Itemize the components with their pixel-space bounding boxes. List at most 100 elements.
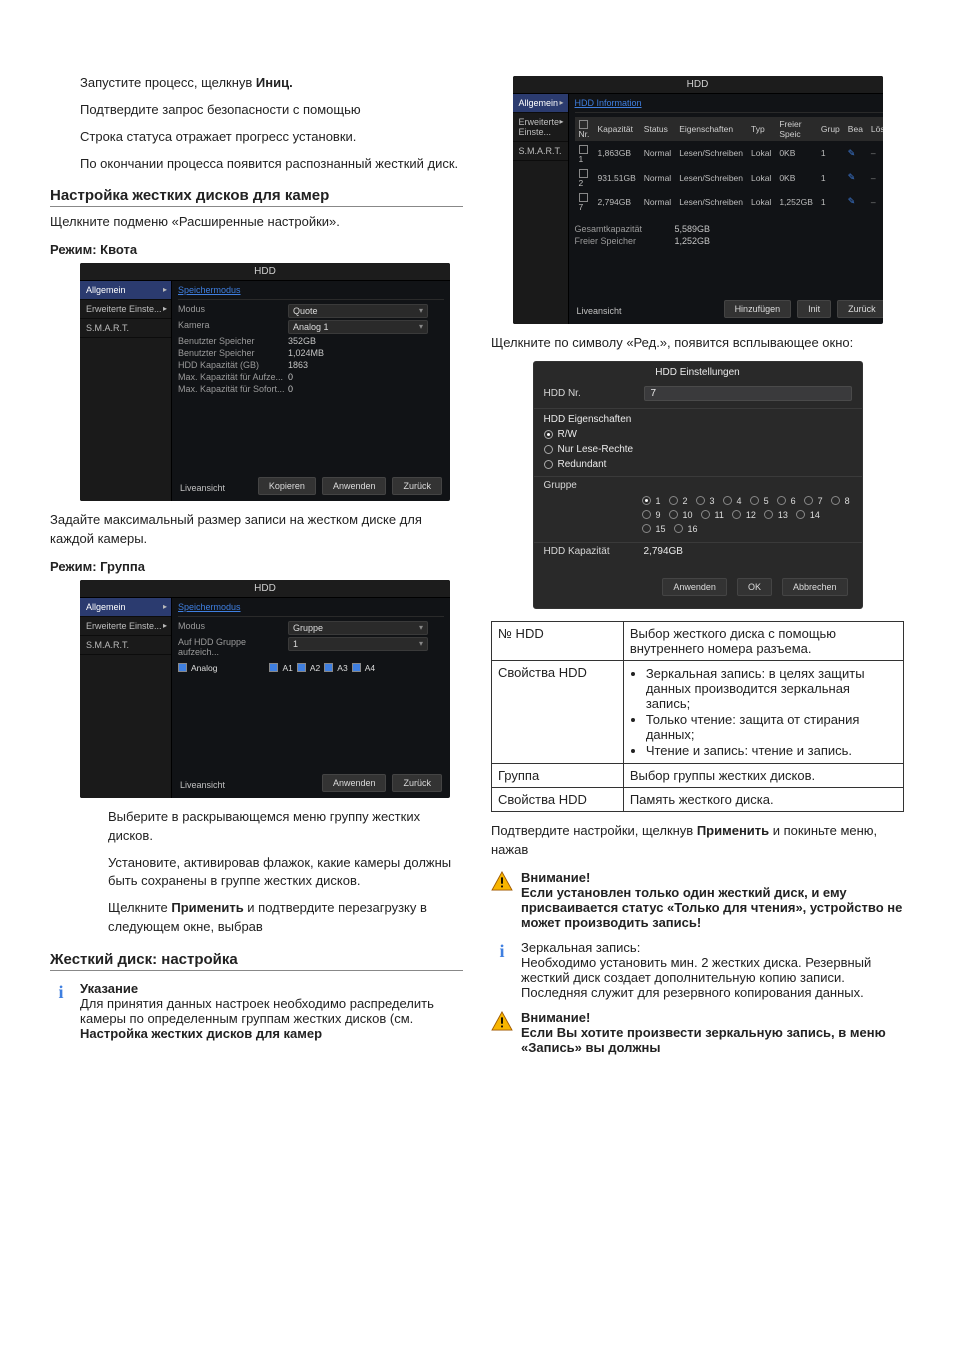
confirm-text: Подтвердите настройки, щелкнув Применить…: [491, 822, 904, 860]
modal-title: HDD Einstellungen: [534, 362, 862, 383]
tab-hdd-information[interactable]: HDD Information: [575, 98, 642, 108]
radio-group[interactable]: [796, 510, 805, 519]
radio-group[interactable]: [701, 510, 710, 519]
sidebar: Allgemein Erweiterte Einste... S.M.A.R.T…: [513, 94, 569, 324]
radio-group[interactable]: [674, 524, 683, 533]
live-view-link[interactable]: Liveansicht: [577, 306, 622, 316]
panel-title: HDD: [80, 580, 450, 598]
checkbox-a4[interactable]: [352, 663, 361, 672]
sidebar-item-allgemein[interactable]: Allgemein: [513, 94, 568, 113]
radio-group[interactable]: [642, 510, 651, 519]
back-button[interactable]: Zurück: [837, 300, 882, 318]
add-button[interactable]: Hinzufügen: [724, 300, 792, 318]
sidebar: Allgemein Erweiterte Einste... S.M.A.R.T…: [80, 598, 172, 798]
cell-val: Память жесткого диска.: [623, 787, 903, 811]
radio-group[interactable]: [777, 496, 786, 505]
dropdown-kamera[interactable]: Analog 1: [288, 320, 428, 334]
modal-apply-button[interactable]: Anwenden: [662, 578, 727, 596]
row-checkbox[interactable]: [579, 169, 588, 178]
modal-ok-button[interactable]: OK: [737, 578, 772, 596]
table-row[interactable]: 7 2,794GB Normal Lesen/Schreiben Lokal 1…: [575, 190, 883, 214]
init-button[interactable]: Init: [797, 300, 831, 318]
checkbox-a3[interactable]: [324, 663, 333, 672]
radio-group[interactable]: [723, 496, 732, 505]
apply-button[interactable]: Anwenden: [322, 477, 387, 495]
checkbox-analog[interactable]: [178, 663, 187, 672]
radio-readonly[interactable]: [544, 445, 553, 454]
cell-key: № HDD: [492, 621, 624, 660]
radio-group[interactable]: [642, 524, 651, 533]
table-row[interactable]: 1 1,863GB Normal Lesen/Schreiben Lokal 0…: [575, 141, 883, 165]
radio-group[interactable]: [764, 510, 773, 519]
row-checkbox[interactable]: [579, 145, 588, 154]
edit-icon[interactable]: ✎: [848, 172, 856, 182]
tab-speichermodus[interactable]: Speichermodus: [178, 285, 241, 295]
radio-group[interactable]: [669, 510, 678, 519]
back-button[interactable]: Zurück: [392, 477, 442, 495]
delete-icon[interactable]: –: [871, 197, 876, 207]
warning-heading: Внимание!: [521, 1010, 904, 1025]
copy-button[interactable]: Kopieren: [258, 477, 316, 495]
live-view-link[interactable]: Liveansicht: [180, 483, 225, 493]
group-bullet-1: Выберите в раскрывающемся меню группу же…: [50, 808, 463, 846]
screenshot-quota-panel: HDD Allgemein Erweiterte Einste... S.M.A…: [80, 263, 450, 501]
hint-heading: Указание: [80, 981, 463, 996]
dropdown-modus[interactable]: Quote: [288, 304, 428, 318]
hint-box: i Указание Для принятия данных настроек …: [50, 981, 463, 1041]
info-box-mirror: i Зеркальная запись: Необходимо установи…: [491, 940, 904, 1000]
delete-icon[interactable]: –: [871, 173, 876, 183]
radio-group[interactable]: [750, 496, 759, 505]
checkbox-a1[interactable]: [269, 663, 278, 672]
radio-group[interactable]: [804, 496, 813, 505]
p-submenu: Щелкните подменю «Расширенные настройки»…: [50, 213, 463, 232]
mode-group-heading: Режим: Группа: [50, 559, 463, 574]
screenshot-group-panel: HDD Allgemein Erweiterte Einste... S.M.A…: [80, 580, 450, 798]
sidebar-item-smart[interactable]: S.M.A.R.T.: [513, 142, 568, 161]
apply-button[interactable]: Anwenden: [322, 774, 387, 792]
info-head: Зеркальная запись:: [521, 940, 904, 955]
init-label: Иниц.: [256, 75, 293, 90]
edit-icon[interactable]: ✎: [848, 148, 856, 158]
radio-group[interactable]: [669, 496, 678, 505]
hdd-table: Nr. Kapazität Status Eigenschaften Typ F…: [575, 117, 883, 214]
status-line-1: Строка статуса отражает прогресс установ…: [50, 128, 463, 147]
sidebar-item-allgemein[interactable]: Allgemein: [80, 281, 171, 300]
radio-group[interactable]: [696, 496, 705, 505]
delete-icon[interactable]: –: [871, 148, 876, 158]
radio-redundant[interactable]: [544, 460, 553, 469]
checkbox-all[interactable]: [579, 120, 588, 129]
hdd-nr-select[interactable]: 7: [644, 386, 852, 401]
radio-group[interactable]: [732, 510, 741, 519]
sidebar-item-smart[interactable]: S.M.A.R.T.: [80, 636, 171, 655]
hdd-description-table: № HDD Выбор жесткого диска с помощью вну…: [491, 621, 904, 812]
hint-text: Для принятия данных настроек необходимо …: [80, 996, 463, 1041]
sidebar-item-erweiterte[interactable]: Erweiterte Einste...: [80, 617, 171, 636]
modal-cancel-button[interactable]: Abbrechen: [782, 578, 848, 596]
radio-rw[interactable]: [544, 430, 553, 439]
table-row[interactable]: 2 931.51GB Normal Lesen/Schreiben Lokal …: [575, 166, 883, 190]
edit-icon[interactable]: ✎: [848, 196, 856, 206]
warning-text: Если Вы хотите произвести зеркальную зап…: [521, 1025, 904, 1055]
info-icon: i: [491, 940, 513, 1000]
radio-group-1[interactable]: [642, 496, 651, 505]
group-bullet-2: Установите, активировав флажок, какие ка…: [50, 854, 463, 892]
live-view-link[interactable]: Liveansicht: [180, 780, 225, 790]
sidebar-item-smart[interactable]: S.M.A.R.T.: [80, 319, 171, 338]
group-bullet-3: Щелкните Применить и подтвердите перезаг…: [50, 899, 463, 937]
dropdown-modus[interactable]: Gruppe: [288, 621, 428, 635]
warning-icon: [491, 870, 513, 930]
heading-cameras: Настройка жестких дисков для камер: [50, 187, 463, 207]
row-checkbox[interactable]: [579, 193, 588, 202]
dropdown-hdd-gruppe[interactable]: 1: [288, 637, 428, 651]
sidebar-item-erweiterte[interactable]: Erweiterte Einste...: [513, 113, 568, 142]
warning-text: Если установлен только один жесткий диск…: [521, 885, 904, 930]
sidebar-item-erweiterte[interactable]: Erweiterte Einste...: [80, 300, 171, 319]
back-button[interactable]: Zurück: [392, 774, 442, 792]
tab-speichermodus[interactable]: Speichermodus: [178, 602, 241, 612]
warning-icon: [491, 1010, 513, 1055]
checkbox-a2[interactable]: [297, 663, 306, 672]
sidebar-item-allgemein[interactable]: Allgemein: [80, 598, 171, 617]
warning-box-1: Внимание! Если установлен только один же…: [491, 870, 904, 930]
quota-desc: Задайте максимальный размер записи на же…: [50, 511, 463, 549]
radio-group[interactable]: [831, 496, 840, 505]
